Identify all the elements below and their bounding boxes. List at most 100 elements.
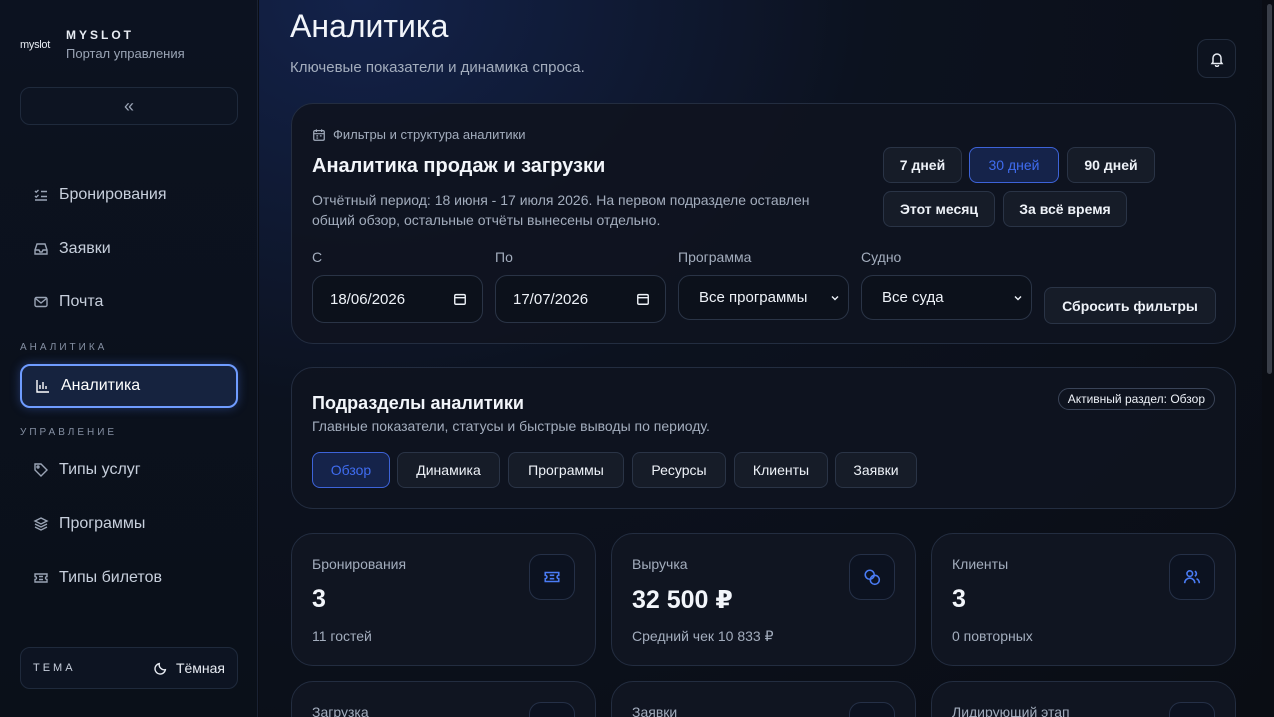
bell-icon	[1210, 52, 1223, 67]
moon-icon	[154, 662, 167, 675]
theme-value: Тёмная	[175, 660, 225, 676]
vessel-select[interactable]: Все суда	[861, 275, 1032, 320]
brand-name: MYSLOT	[66, 28, 134, 42]
page-title: Аналитика	[290, 8, 449, 44]
reset-filters-button[interactable]: Сбросить фильтры	[1044, 287, 1216, 324]
stat-value: 32 500 ₽	[632, 586, 733, 614]
active-section-badge: Активный раздел: Обзор	[1057, 388, 1215, 410]
period-90-days-button[interactable]: 90 дней	[1067, 147, 1155, 183]
chevron-down-icon	[1014, 295, 1022, 300]
sections-title: Подразделы аналитики	[312, 393, 524, 413]
sidebar-item-label: Типы услуг	[59, 461, 141, 478]
page-scrollbar[interactable]	[1265, 0, 1274, 717]
tab-resources[interactable]: Ресурсы	[632, 452, 726, 488]
theme-value-wrap: Тёмная	[154, 660, 225, 676]
tab-overview[interactable]: Обзор	[312, 452, 390, 488]
stat-label: Заявки	[632, 704, 678, 717]
filters-card: Фильтры и структура аналитики Аналитика …	[291, 103, 1236, 344]
date-to-input[interactable]: 17/07/2026	[495, 275, 666, 323]
filters-head: Фильтры и структура аналитики	[312, 127, 526, 142]
collapse-sidebar-button[interactable]: «	[20, 87, 238, 125]
notifications-button[interactable]	[1197, 39, 1236, 78]
coins-icon	[849, 554, 895, 600]
sidebar-item-label: Почта	[59, 293, 104, 310]
sidebar-item-mail[interactable]: Почта	[20, 280, 238, 324]
sidebar-item-requests[interactable]: Заявки	[20, 227, 238, 271]
bar-chart-icon	[35, 378, 51, 394]
layers-icon	[33, 516, 49, 532]
stat-card-revenue: Выручка 32 500 ₽ Средний чек 10 833 ₽	[611, 533, 916, 666]
stat-card-requests: Заявки	[611, 681, 916, 717]
filters-description: Отчётный период: 18 июня - 17 июля 2026.…	[312, 192, 810, 228]
calendar-icon	[313, 128, 325, 141]
tab-clients[interactable]: Клиенты	[734, 452, 828, 488]
theme-toggle[interactable]: ТЕМА Тёмная	[20, 647, 238, 689]
stat-label: Бронирования	[312, 556, 407, 572]
stat-card-leading-stage: Лидирующий этап	[931, 681, 1236, 717]
stat-sub: 11 гостей	[312, 628, 372, 644]
checklist-icon	[33, 187, 49, 203]
mail-icon	[33, 294, 49, 310]
sidebar-item-analytics[interactable]: Аналитика	[20, 364, 238, 408]
tab-requests[interactable]: Заявки	[835, 452, 917, 488]
period-all-time-button[interactable]: За всё время	[1003, 191, 1127, 227]
date-to-value: 17/07/2026	[513, 290, 589, 308]
tag-icon	[33, 462, 49, 478]
brand[interactable]: myslot MYSLOT Портал управления	[20, 28, 185, 61]
users-icon	[1169, 554, 1215, 600]
sidebar-item-label: Аналитика	[61, 377, 141, 394]
stat-card-clients: Клиенты 3 0 повторных	[931, 533, 1236, 666]
to-label: По	[495, 249, 513, 265]
stat-card-bookings: Бронирования 3 11 гостей	[291, 533, 596, 666]
date-from-value: 18/06/2026	[330, 290, 406, 308]
page-subtitle: Ключевые показатели и динамика спроса.	[290, 59, 585, 76]
date-from-input[interactable]: 18/06/2026	[312, 275, 483, 323]
stat-label: Загрузка	[312, 704, 369, 717]
period-7-days-button[interactable]: 7 дней	[883, 147, 962, 183]
period-this-month-button[interactable]: Этот месяц	[883, 191, 995, 227]
stat-value: 3	[312, 585, 326, 613]
theme-label: ТЕМА	[33, 662, 76, 674]
stat-icon	[529, 702, 575, 717]
stat-card-occupancy: Загрузка	[291, 681, 596, 717]
sections-card: Подразделы аналитики Главные показатели,…	[291, 367, 1236, 509]
program-select[interactable]: Все программы	[678, 275, 849, 320]
nav-section-analytics: АНАЛИТИКА	[20, 342, 108, 353]
program-value: Все программы	[699, 289, 808, 306]
stat-icon	[1169, 702, 1215, 717]
brand-subtitle: Портал управления	[66, 46, 185, 61]
sidebar-item-bookings[interactable]: Бронирования	[20, 173, 238, 217]
sidebar-item-programs[interactable]: Программы	[20, 502, 238, 546]
stat-sub: Средний чек 10 833 ₽	[632, 628, 774, 644]
calendar-icon	[637, 293, 649, 305]
program-label: Программа	[678, 249, 752, 265]
inbox-icon	[33, 241, 49, 257]
sidebar-item-service-types[interactable]: Типы услуг	[20, 448, 238, 492]
tab-dynamics[interactable]: Динамика	[397, 452, 500, 488]
tab-programs[interactable]: Программы	[508, 452, 624, 488]
main-content: Аналитика Ключевые показатели и динамика…	[259, 0, 1262, 717]
stat-label: Клиенты	[952, 556, 1009, 572]
sidebar-item-ticket-types[interactable]: Типы билетов	[20, 556, 238, 600]
sidebar-item-label: Типы билетов	[59, 569, 162, 586]
scrollbar-thumb[interactable]	[1267, 4, 1272, 374]
from-label: С	[312, 249, 323, 265]
ticket-icon	[33, 570, 49, 586]
stat-icon	[849, 702, 895, 717]
stat-value: 3	[952, 585, 966, 613]
sidebar-item-label: Заявки	[59, 240, 111, 257]
filters-title: Аналитика продаж и загрузки	[312, 155, 606, 177]
sidebar-item-label: Программы	[59, 515, 146, 532]
sections-description: Главные показатели, статусы и быстрые вы…	[312, 418, 710, 434]
stat-sub: 0 повторных	[952, 628, 1033, 644]
sidebar-item-label: Бронирования	[59, 186, 167, 203]
sidebar: myslot MYSLOT Портал управления « Бронир…	[0, 0, 258, 717]
calendar-icon	[454, 293, 466, 305]
period-30-days-button[interactable]: 30 дней	[969, 147, 1059, 183]
ticket-icon	[529, 554, 575, 600]
nav-section-management: УПРАВЛЕНИЕ	[20, 427, 118, 438]
chevrons-left-icon: «	[123, 95, 134, 116]
brand-logo: myslot	[20, 38, 50, 51]
vessel-value: Все суда	[882, 289, 944, 306]
filters-head-text: Фильтры и структура аналитики	[333, 127, 526, 142]
